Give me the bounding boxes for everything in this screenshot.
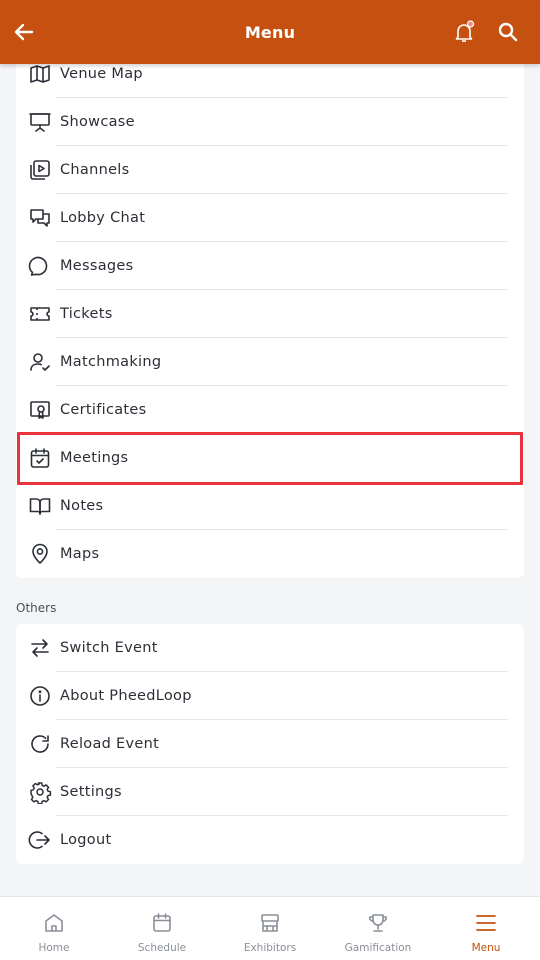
bottom-tab-bar: Home Schedule Exhibitors Gamification Me… bbox=[0, 896, 540, 960]
main-menu-card: Venue Map Showcase Channels Lobby Chat M… bbox=[16, 0, 524, 578]
menu-item-label: Certificates bbox=[60, 402, 147, 418]
menu-item-channels[interactable]: Channels bbox=[16, 146, 524, 194]
menu-item-label: Reload Event bbox=[60, 736, 160, 752]
menu-item-label: Messages bbox=[60, 258, 134, 274]
booth-icon bbox=[258, 911, 282, 935]
menu-item-lobby-chat[interactable]: Lobby Chat bbox=[16, 194, 524, 242]
menu-item-tickets[interactable]: Tickets bbox=[16, 290, 524, 338]
menu-item-label: Settings bbox=[60, 784, 122, 800]
menu-item-reload-event[interactable]: Reload Event bbox=[16, 720, 524, 768]
book-open-icon bbox=[28, 494, 52, 518]
bell-icon[interactable] bbox=[452, 20, 476, 44]
menu-item-label: Matchmaking bbox=[60, 354, 162, 370]
map-icon bbox=[28, 62, 52, 86]
tab-label: Schedule bbox=[137, 942, 187, 954]
app-header: Menu bbox=[0, 0, 540, 64]
section-label-others: Others bbox=[16, 601, 57, 615]
menu-item-matchmaking[interactable]: Matchmaking bbox=[16, 338, 524, 386]
hamburger-menu-icon bbox=[474, 911, 498, 935]
trophy-icon bbox=[366, 911, 390, 935]
user-check-icon bbox=[28, 350, 52, 374]
home-icon bbox=[42, 911, 66, 935]
menu-item-label: Notes bbox=[60, 498, 104, 514]
menu-item-label: Showcase bbox=[60, 114, 135, 130]
tab-gamification[interactable]: Gamification bbox=[324, 897, 432, 960]
tab-label: Menu bbox=[471, 942, 501, 954]
menu-item-label: Switch Event bbox=[60, 640, 158, 656]
menu-item-logout[interactable]: Logout bbox=[16, 816, 524, 864]
certificate-icon bbox=[28, 398, 52, 422]
presentation-icon bbox=[28, 110, 52, 134]
info-icon bbox=[28, 684, 52, 708]
ticket-icon bbox=[28, 302, 52, 326]
message-circle-icon bbox=[28, 254, 52, 278]
menu-item-label: Tickets bbox=[60, 306, 113, 322]
logout-icon bbox=[28, 828, 52, 852]
tab-label: Exhibitors bbox=[243, 942, 297, 954]
menu-item-about[interactable]: About PheedLoop bbox=[16, 672, 524, 720]
calendar-icon bbox=[150, 911, 174, 935]
tab-label: Gamification bbox=[344, 942, 412, 954]
menu-item-notes[interactable]: Notes bbox=[16, 482, 524, 530]
tab-schedule[interactable]: Schedule bbox=[108, 897, 216, 960]
reload-icon bbox=[28, 732, 52, 756]
menu-item-label: Lobby Chat bbox=[60, 210, 146, 226]
page-title: Menu bbox=[244, 22, 296, 42]
menu-item-showcase[interactable]: Showcase bbox=[16, 98, 524, 146]
switch-arrows-icon bbox=[28, 636, 52, 660]
arrow-left-icon[interactable] bbox=[12, 20, 36, 44]
tab-home[interactable]: Home bbox=[0, 897, 108, 960]
tab-menu[interactable]: Menu bbox=[432, 897, 540, 960]
menu-item-label: About PheedLoop bbox=[60, 688, 192, 704]
menu-item-label: Maps bbox=[60, 546, 100, 562]
menu-item-messages[interactable]: Messages bbox=[16, 242, 524, 290]
gear-icon bbox=[28, 780, 52, 804]
map-pin-icon bbox=[28, 542, 52, 566]
menu-item-switch-event[interactable]: Switch Event bbox=[16, 624, 524, 672]
video-library-icon bbox=[28, 158, 52, 182]
menu-item-maps[interactable]: Maps bbox=[16, 530, 524, 578]
menu-item-certificates[interactable]: Certificates bbox=[16, 386, 524, 434]
menu-item-label: Meetings bbox=[60, 450, 129, 466]
menu-item-meetings[interactable]: Meetings bbox=[16, 434, 524, 482]
tab-exhibitors[interactable]: Exhibitors bbox=[216, 897, 324, 960]
calendar-check-icon bbox=[28, 446, 52, 470]
menu-item-label: Channels bbox=[60, 162, 130, 178]
chat-bubbles-icon bbox=[28, 206, 52, 230]
others-menu-card: Switch Event About PheedLoop Reload Even… bbox=[16, 624, 524, 864]
tab-label: Home bbox=[38, 942, 70, 954]
menu-item-label: Logout bbox=[60, 832, 112, 848]
menu-item-settings[interactable]: Settings bbox=[16, 768, 524, 816]
search-icon[interactable] bbox=[496, 20, 520, 44]
